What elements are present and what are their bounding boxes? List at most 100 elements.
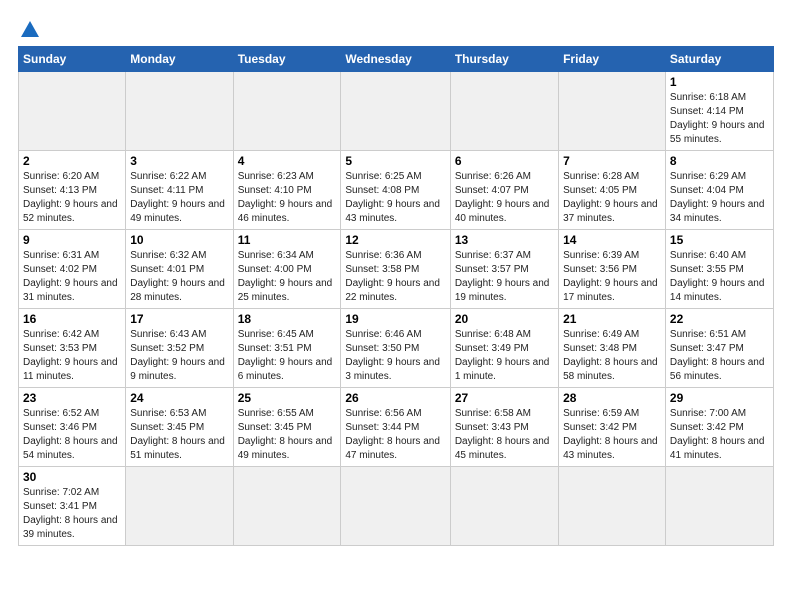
- calendar-cell: 4Sunrise: 6:23 AM Sunset: 4:10 PM Daylig…: [233, 151, 341, 230]
- logo-text: [18, 22, 39, 38]
- calendar-cell: 11 Sunrise: 6:34 AM Sunset: 4:00 PM Dayli…: [233, 230, 341, 309]
- day-info: Sunrise: 6:25 AM Sunset: 4:08 PM Dayligh…: [345, 170, 445, 226]
- calendar-cell: [341, 72, 450, 151]
- logo: [18, 18, 39, 38]
- calendar-cell: [665, 467, 773, 546]
- calendar-cell: 3Sunrise: 6:22 AM Sunset: 4:11 PM Daylig…: [126, 151, 233, 230]
- day-number: 2: [23, 154, 121, 168]
- calendar-cell: 2 Sunrise: 6:20 AM Sunset: 4:13 PM Daylig…: [19, 151, 126, 230]
- calendar-cell: 1 Sunrise: 6:18 AM Sunset: 4:14 PM Daylig…: [665, 72, 773, 151]
- calendar-cell: 29 Sunrise: 7:00 AM Sunset: 3:42 PM Dayli…: [665, 388, 773, 467]
- calendar-cell: 7Sunrise: 6:28 AM Sunset: 4:05 PM Daylig…: [559, 151, 666, 230]
- calendar-cell: 9 Sunrise: 6:31 AM Sunset: 4:02 PM Daylig…: [19, 230, 126, 309]
- calendar-cell: 27 Sunrise: 6:58 AM Sunset: 3:43 PM Dayli…: [450, 388, 558, 467]
- calendar: SundayMondayTuesdayWednesdayThursdayFrid…: [18, 46, 774, 546]
- day-info: Sunrise: 6:49 AM Sunset: 3:48 PM Dayligh…: [563, 328, 661, 384]
- day-number: 17: [130, 312, 228, 326]
- calendar-cell: [341, 467, 450, 546]
- day-number: 26: [345, 391, 445, 405]
- day-info: Sunrise: 7:00 AM Sunset: 3:42 PM Dayligh…: [670, 407, 769, 463]
- calendar-cell: 10 Sunrise: 6:32 AM Sunset: 4:01 PM Dayli…: [126, 230, 233, 309]
- day-info: Sunrise: 6:32 AM Sunset: 4:01 PM Dayligh…: [130, 249, 228, 305]
- calendar-cell: 21 Sunrise: 6:49 AM Sunset: 3:48 PM Dayli…: [559, 309, 666, 388]
- day-number: 29: [670, 391, 769, 405]
- day-info: Sunrise: 6:37 AM Sunset: 3:57 PM Dayligh…: [455, 249, 554, 305]
- calendar-cell: [559, 467, 666, 546]
- calendar-header-tuesday: Tuesday: [233, 47, 341, 72]
- day-info: Sunrise: 6:48 AM Sunset: 3:49 PM Dayligh…: [455, 328, 554, 384]
- day-number: 27: [455, 391, 554, 405]
- calendar-cell: [126, 467, 233, 546]
- day-info: Sunrise: 6:53 AM Sunset: 3:45 PM Dayligh…: [130, 407, 228, 463]
- day-info: Sunrise: 6:55 AM Sunset: 3:45 PM Dayligh…: [238, 407, 337, 463]
- calendar-header-saturday: Saturday: [665, 47, 773, 72]
- calendar-week-1: 2 Sunrise: 6:20 AM Sunset: 4:13 PM Daylig…: [19, 151, 774, 230]
- calendar-cell: 25 Sunrise: 6:55 AM Sunset: 3:45 PM Dayli…: [233, 388, 341, 467]
- day-info: Sunrise: 6:42 AM Sunset: 3:53 PM Dayligh…: [23, 328, 121, 384]
- calendar-cell: 22 Sunrise: 6:51 AM Sunset: 3:47 PM Dayli…: [665, 309, 773, 388]
- calendar-cell: [233, 467, 341, 546]
- day-number: 10: [130, 233, 228, 247]
- day-number: 14: [563, 233, 661, 247]
- day-number: 6: [455, 154, 554, 168]
- calendar-week-0: 1 Sunrise: 6:18 AM Sunset: 4:14 PM Daylig…: [19, 72, 774, 151]
- day-number: 25: [238, 391, 337, 405]
- calendar-cell: [559, 72, 666, 151]
- day-number: 3: [130, 154, 228, 168]
- day-info: Sunrise: 6:46 AM Sunset: 3:50 PM Dayligh…: [345, 328, 445, 384]
- calendar-week-4: 23 Sunrise: 6:52 AM Sunset: 3:46 PM Dayli…: [19, 388, 774, 467]
- calendar-cell: 16 Sunrise: 6:42 AM Sunset: 3:53 PM Dayli…: [19, 309, 126, 388]
- day-number: 23: [23, 391, 121, 405]
- day-number: 5: [345, 154, 445, 168]
- day-number: 1: [670, 75, 769, 89]
- calendar-cell: 5 Sunrise: 6:25 AM Sunset: 4:08 PM Daylig…: [341, 151, 450, 230]
- day-info: Sunrise: 6:51 AM Sunset: 3:47 PM Dayligh…: [670, 328, 769, 384]
- day-number: 9: [23, 233, 121, 247]
- day-number: 15: [670, 233, 769, 247]
- calendar-header-row: SundayMondayTuesdayWednesdayThursdayFrid…: [19, 47, 774, 72]
- calendar-cell: [450, 72, 558, 151]
- day-info: Sunrise: 6:58 AM Sunset: 3:43 PM Dayligh…: [455, 407, 554, 463]
- day-info: Sunrise: 7:02 AM Sunset: 3:41 PM Dayligh…: [23, 486, 121, 542]
- day-info: Sunrise: 6:31 AM Sunset: 4:02 PM Dayligh…: [23, 249, 121, 305]
- day-info: Sunrise: 6:56 AM Sunset: 3:44 PM Dayligh…: [345, 407, 445, 463]
- calendar-cell: 12Sunrise: 6:36 AM Sunset: 3:58 PM Dayli…: [341, 230, 450, 309]
- calendar-cell: 24 Sunrise: 6:53 AM Sunset: 3:45 PM Dayli…: [126, 388, 233, 467]
- calendar-week-3: 16 Sunrise: 6:42 AM Sunset: 3:53 PM Dayli…: [19, 309, 774, 388]
- calendar-cell: 18Sunrise: 6:45 AM Sunset: 3:51 PM Dayli…: [233, 309, 341, 388]
- calendar-week-2: 9 Sunrise: 6:31 AM Sunset: 4:02 PM Daylig…: [19, 230, 774, 309]
- day-number: 21: [563, 312, 661, 326]
- calendar-cell: [233, 72, 341, 151]
- header: [18, 18, 774, 38]
- calendar-cell: 17Sunrise: 6:43 AM Sunset: 3:52 PM Dayli…: [126, 309, 233, 388]
- calendar-cell: 19 Sunrise: 6:46 AM Sunset: 3:50 PM Dayli…: [341, 309, 450, 388]
- calendar-cell: 30Sunrise: 7:02 AM Sunset: 3:41 PM Dayli…: [19, 467, 126, 546]
- day-number: 8: [670, 154, 769, 168]
- calendar-header-thursday: Thursday: [450, 47, 558, 72]
- calendar-cell: [450, 467, 558, 546]
- day-number: 16: [23, 312, 121, 326]
- day-number: 19: [345, 312, 445, 326]
- day-number: 22: [670, 312, 769, 326]
- day-number: 24: [130, 391, 228, 405]
- day-info: Sunrise: 6:52 AM Sunset: 3:46 PM Dayligh…: [23, 407, 121, 463]
- day-info: Sunrise: 6:34 AM Sunset: 4:00 PM Dayligh…: [238, 249, 337, 305]
- calendar-cell: 28 Sunrise: 6:59 AM Sunset: 3:42 PM Dayli…: [559, 388, 666, 467]
- calendar-cell: 6Sunrise: 6:26 AM Sunset: 4:07 PM Daylig…: [450, 151, 558, 230]
- day-info: Sunrise: 6:20 AM Sunset: 4:13 PM Dayligh…: [23, 170, 121, 226]
- day-info: Sunrise: 6:45 AM Sunset: 3:51 PM Dayligh…: [238, 328, 337, 384]
- calendar-cell: 26 Sunrise: 6:56 AM Sunset: 3:44 PM Dayli…: [341, 388, 450, 467]
- calendar-cell: 8 Sunrise: 6:29 AM Sunset: 4:04 PM Daylig…: [665, 151, 773, 230]
- day-info: Sunrise: 6:39 AM Sunset: 3:56 PM Dayligh…: [563, 249, 661, 305]
- page: SundayMondayTuesdayWednesdayThursdayFrid…: [0, 0, 792, 556]
- day-info: Sunrise: 6:18 AM Sunset: 4:14 PM Dayligh…: [670, 91, 769, 147]
- day-info: Sunrise: 6:40 AM Sunset: 3:55 PM Dayligh…: [670, 249, 769, 305]
- day-number: 7: [563, 154, 661, 168]
- day-info: Sunrise: 6:29 AM Sunset: 4:04 PM Dayligh…: [670, 170, 769, 226]
- day-number: 28: [563, 391, 661, 405]
- day-number: 12: [345, 233, 445, 247]
- calendar-cell: 14 Sunrise: 6:39 AM Sunset: 3:56 PM Dayli…: [559, 230, 666, 309]
- calendar-cell: 20Sunrise: 6:48 AM Sunset: 3:49 PM Dayli…: [450, 309, 558, 388]
- day-info: Sunrise: 6:59 AM Sunset: 3:42 PM Dayligh…: [563, 407, 661, 463]
- day-number: 11: [238, 233, 337, 247]
